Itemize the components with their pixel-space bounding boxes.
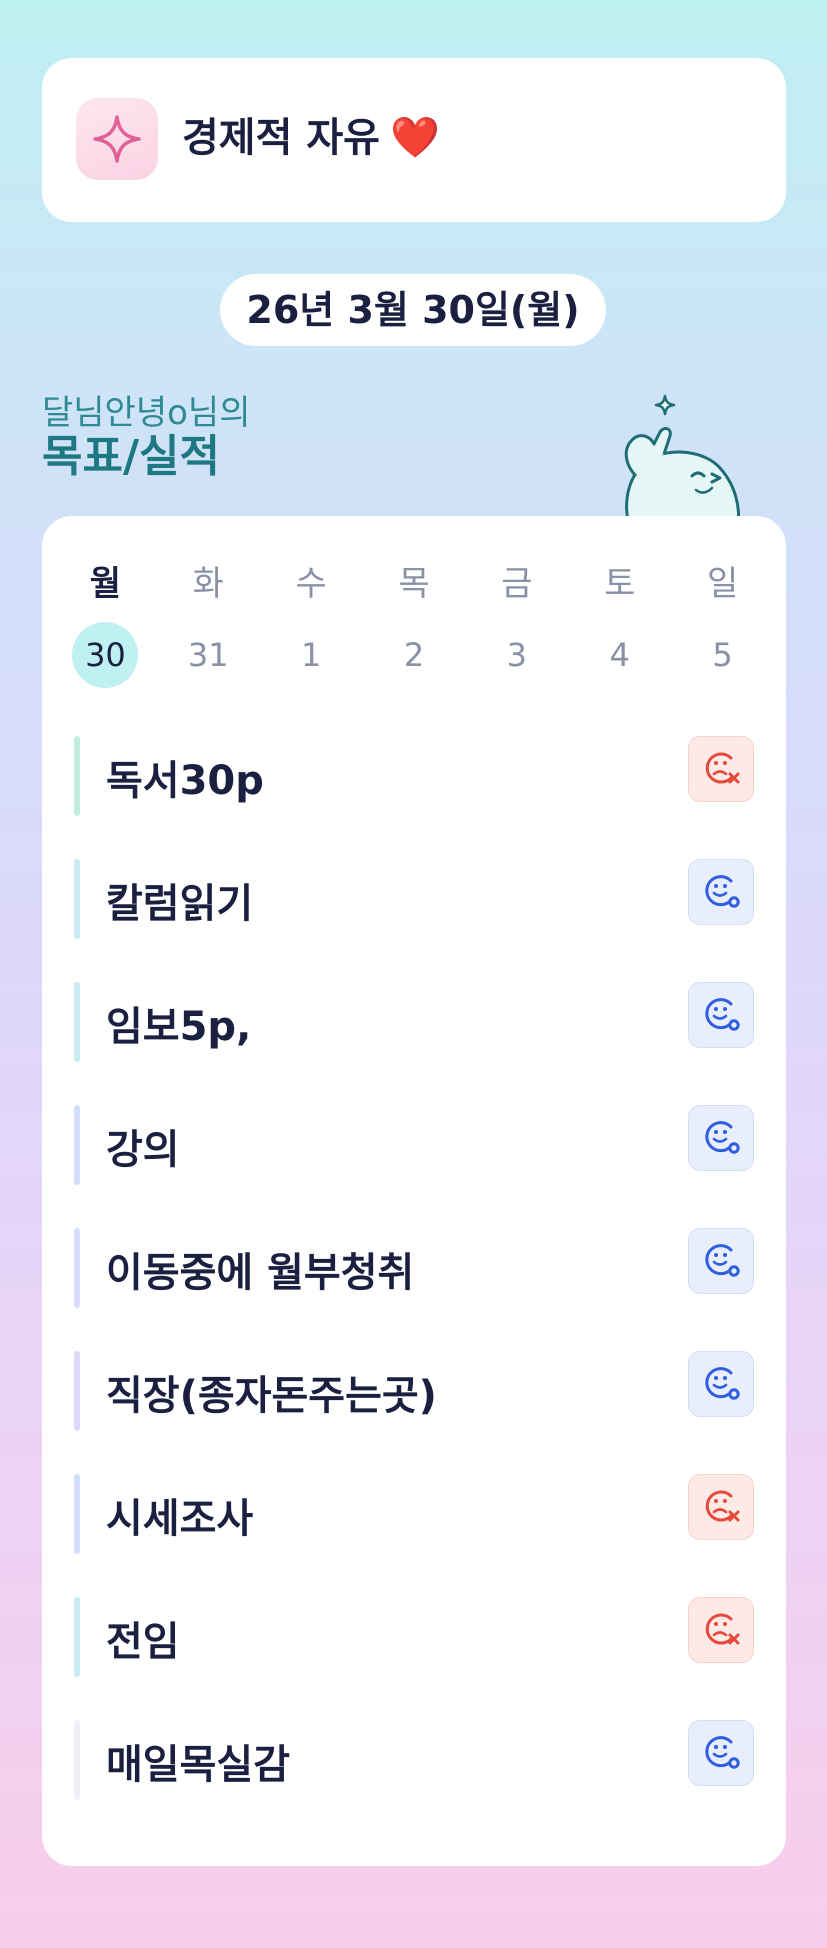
goal-row[interactable]: 직장(종자돈주는곳) xyxy=(74,1351,754,1431)
mascot-illustration xyxy=(600,392,760,530)
day-sun[interactable]: 일 5 xyxy=(671,562,774,692)
status-fail-button[interactable] xyxy=(688,1597,754,1663)
day-label: 일 xyxy=(706,564,739,604)
status-done-button[interactable] xyxy=(688,1228,754,1294)
sad-face-x-icon xyxy=(701,747,741,791)
goal-row[interactable]: 강의 xyxy=(74,1105,754,1185)
day-label: 수 xyxy=(295,564,327,604)
goal-color-bar xyxy=(74,1351,80,1431)
goal-color-bar xyxy=(74,1228,80,1308)
day-label: 토 xyxy=(604,564,636,604)
sad-face-x-icon xyxy=(701,1485,741,1529)
day-number: 3 xyxy=(506,636,528,674)
day-fri[interactable]: 금 3 xyxy=(465,562,568,692)
day-thu[interactable]: 목 2 xyxy=(363,562,466,692)
day-sat[interactable]: 토 4 xyxy=(568,562,671,692)
sad-face-x-icon xyxy=(701,1608,741,1652)
goal-label: 독서30p xyxy=(106,758,264,804)
goal-label: 이동중에 월부청취 xyxy=(106,1250,415,1296)
status-done-button[interactable] xyxy=(688,1720,754,1786)
day-number: 1 xyxy=(300,636,322,674)
goal-label: 매일목실감 xyxy=(106,1742,290,1788)
status-done-button[interactable] xyxy=(688,859,754,925)
day-label: 월 xyxy=(89,564,122,604)
goal-color-bar xyxy=(74,982,80,1062)
goal-color-bar xyxy=(74,1105,80,1185)
smile-face-o-icon xyxy=(701,1362,741,1406)
goal-row[interactable]: 임보5p, xyxy=(74,982,754,1062)
day-number: 5 xyxy=(712,636,733,674)
day-tue[interactable]: 화 31 xyxy=(157,562,260,692)
goal-title: 경제적 자유 ❤️ xyxy=(182,115,440,161)
date-selector[interactable]: 26년 3월 30일(월) xyxy=(220,274,606,346)
smile-face-o-icon xyxy=(701,1239,741,1283)
day-number: 4 xyxy=(609,636,630,674)
goal-color-bar xyxy=(74,1720,80,1800)
goal-row[interactable]: 시세조사 xyxy=(74,1474,754,1554)
goal-row[interactable]: 전임 xyxy=(74,1597,754,1677)
goals-card: 월 30 화 31 수 1 목 2 금 3 토 4 일 5 독서30p 칼럼읽기 임… xyxy=(42,516,786,1866)
goal-label: 칼럼읽기 xyxy=(106,881,254,927)
day-number: 30 xyxy=(72,622,139,688)
goal-color-bar xyxy=(74,736,80,816)
day-number: 2 xyxy=(403,636,425,674)
day-mon[interactable]: 월 30 xyxy=(54,562,157,692)
status-done-button[interactable] xyxy=(688,982,754,1048)
smile-face-o-icon xyxy=(701,1116,741,1160)
goal-label: 직장(종자돈주는곳) xyxy=(106,1373,437,1419)
goal-color-bar xyxy=(74,859,80,939)
section-title: 목표/실적 xyxy=(42,431,220,482)
smile-face-o-icon xyxy=(701,1731,741,1775)
status-fail-button[interactable] xyxy=(688,1474,754,1540)
goal-row[interactable]: 이동중에 월부청취 xyxy=(74,1228,754,1308)
week-selector: 월 30 화 31 수 1 목 2 금 3 토 4 일 5 xyxy=(54,562,774,692)
day-label: 목 xyxy=(398,564,430,604)
goal-row[interactable]: 칼럼읽기 xyxy=(74,859,754,939)
goal-card[interactable]: 경제적 자유 ❤️ xyxy=(42,58,786,222)
owner-name: 달님안녕o님의 xyxy=(42,393,251,433)
smile-face-o-icon xyxy=(701,870,741,914)
goal-label: 임보5p, xyxy=(106,1004,252,1050)
smile-face-o-icon xyxy=(701,993,741,1037)
status-done-button[interactable] xyxy=(688,1351,754,1417)
goal-label: 강의 xyxy=(106,1127,180,1173)
goal-row[interactable]: 매일목실감 xyxy=(74,1720,754,1800)
status-fail-button[interactable] xyxy=(688,736,754,802)
heart-icon: ❤️ xyxy=(389,115,440,161)
status-done-button[interactable] xyxy=(688,1105,754,1171)
goal-label: 시세조사 xyxy=(106,1496,254,1542)
goal-row[interactable]: 독서30p xyxy=(74,736,754,816)
goal-color-bar xyxy=(74,1474,80,1554)
day-number: 31 xyxy=(187,636,229,674)
goal-label: 전임 xyxy=(106,1619,180,1665)
sparkle-icon xyxy=(76,98,158,180)
goal-color-bar xyxy=(74,1597,80,1677)
day-label: 금 xyxy=(501,564,533,604)
day-wed[interactable]: 수 1 xyxy=(260,562,363,692)
day-label: 화 xyxy=(192,564,224,604)
